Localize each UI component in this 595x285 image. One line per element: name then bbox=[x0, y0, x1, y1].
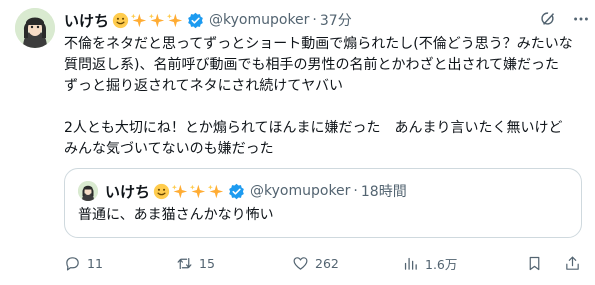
separator-dot: · bbox=[353, 183, 358, 199]
quote-author-handle: @kyomupoker bbox=[250, 183, 351, 199]
quote-header: いけち @kyomupoker · 18時間 bbox=[105, 179, 407, 203]
sparkles-icon bbox=[130, 12, 147, 29]
grok-icon[interactable] bbox=[540, 10, 558, 28]
tweet-text: 不倫をネタだと思ってずっとショート動画で煽られたし(不倫どう思う？みたいな質問返… bbox=[64, 36, 573, 157]
reply-button[interactable]: 11 bbox=[64, 255, 103, 272]
views-button[interactable]: 1.6万 bbox=[402, 254, 457, 273]
sparkles-icon bbox=[171, 183, 188, 200]
views-icon bbox=[404, 257, 417, 270]
tweet-time[interactable]: 37分 bbox=[320, 10, 352, 30]
retweet-button[interactable]: 15 bbox=[176, 255, 215, 272]
retweet-count: 15 bbox=[199, 255, 215, 271]
like-icon bbox=[293, 256, 308, 270]
share-button[interactable] bbox=[564, 255, 587, 272]
sparkles-icon bbox=[148, 12, 165, 29]
like-count: 262 bbox=[315, 255, 339, 271]
action-bar: 11 15 262 1.6万 bbox=[64, 252, 584, 274]
like-button[interactable]: 262 bbox=[292, 255, 339, 272]
quote-avatar bbox=[78, 181, 98, 201]
reply-icon bbox=[66, 256, 79, 270]
bookmark-button[interactable] bbox=[526, 255, 549, 272]
sparkles-icon bbox=[189, 183, 206, 200]
reply-count: 11 bbox=[87, 255, 103, 271]
view-count: 1.6万 bbox=[425, 256, 458, 272]
name-emojis bbox=[112, 12, 184, 29]
sparkles-icon bbox=[166, 12, 183, 29]
avatar[interactable] bbox=[15, 8, 55, 48]
quote-author-name: いけち bbox=[105, 182, 151, 201]
grinning-emoji-icon bbox=[112, 12, 129, 29]
quoted-tweet[interactable]: いけち @kyomupoker · 18時間 普通に、あま猫さんかなり怖い bbox=[64, 168, 582, 238]
quote-name-emojis bbox=[153, 183, 225, 200]
verified-badge-icon bbox=[228, 183, 245, 200]
separator-dot: · bbox=[312, 12, 317, 28]
quote-text: 普通に、あま猫さんかなり怖い bbox=[78, 207, 274, 223]
sparkles-icon bbox=[207, 183, 224, 200]
tweet[interactable]: いけち @kyomupoker · 37分 不倫をネタだと思ってずっとショート動… bbox=[0, 0, 595, 285]
more-icon[interactable] bbox=[572, 10, 590, 28]
quote-time: 18時間 bbox=[360, 184, 407, 200]
top-actions bbox=[540, 10, 590, 28]
author-handle[interactable]: @kyomupoker bbox=[209, 12, 309, 28]
bookmark-icon bbox=[529, 256, 540, 270]
share-icon bbox=[566, 256, 579, 270]
verified-badge-icon bbox=[187, 12, 204, 29]
grinning-emoji-icon bbox=[153, 183, 170, 200]
retweet-icon bbox=[177, 257, 192, 269]
tweet-header: いけち @kyomupoker · 37分 bbox=[64, 8, 352, 32]
author-name[interactable]: いけち bbox=[64, 10, 109, 31]
